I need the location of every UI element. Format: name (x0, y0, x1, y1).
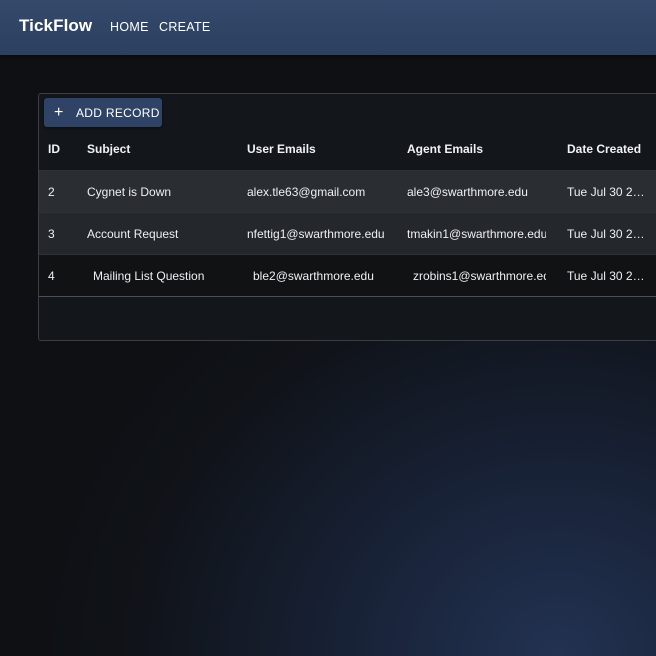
cell-id: 2 (48, 185, 55, 199)
cell-id: 4 (48, 269, 55, 283)
cell-agent-email: ale3@swarthmore.edu (407, 185, 528, 199)
cell-agent-email: tmakin1@swarthmore.edu (407, 227, 546, 241)
plus-icon: + (54, 103, 64, 121)
top-navbar: TickFlow HOME CREATE (0, 0, 656, 55)
column-header-user-emails[interactable]: User Emails (247, 142, 397, 156)
cell-user-email: alex.tle63@gmail.com (247, 185, 366, 199)
cell-user-email: ble2@swarthmore.edu (253, 269, 374, 283)
cell-date-created: Tue Jul 30 20… (567, 269, 645, 283)
cell-subject: Account Request (87, 227, 179, 241)
table-row[interactable]: 4 Mailing List Question ble2@swarthmore.… (39, 255, 656, 297)
column-header-id[interactable]: ID (48, 142, 78, 156)
cell-user-email: nfettig1@swarthmore.edu (247, 227, 385, 241)
nav-home-link[interactable]: HOME (110, 20, 149, 34)
table-row[interactable]: 3 Account Request nfettig1@swarthmore.ed… (39, 213, 656, 255)
grid-footer (39, 297, 656, 340)
table-row[interactable]: 2 Cygnet is Down alex.tle63@gmail.com al… (39, 171, 656, 213)
cell-date-created: Tue Jul 30 20… (567, 227, 645, 241)
records-grid: + ADD RECORD ID Subject User Emails Agen… (38, 93, 656, 341)
app-brand[interactable]: TickFlow (19, 16, 92, 36)
nav-create-link[interactable]: CREATE (159, 20, 211, 34)
column-header-subject[interactable]: Subject (87, 142, 237, 156)
cell-subject: Cygnet is Down (87, 185, 172, 199)
cell-agent-email: zrobins1@swarthmore.edu (413, 269, 546, 283)
add-record-label: ADD RECORD (76, 105, 160, 120)
cell-subject: Mailing List Question (93, 269, 205, 283)
table-header: ID Subject User Emails Agent Emails Date… (39, 128, 656, 171)
cell-id: 3 (48, 227, 55, 241)
column-header-agent-emails[interactable]: Agent Emails (407, 142, 546, 156)
column-header-date-created[interactable]: Date Created (567, 142, 645, 156)
cell-date-created: Tue Jul 30 20… (567, 185, 645, 199)
add-record-button[interactable]: + ADD RECORD (44, 98, 162, 127)
